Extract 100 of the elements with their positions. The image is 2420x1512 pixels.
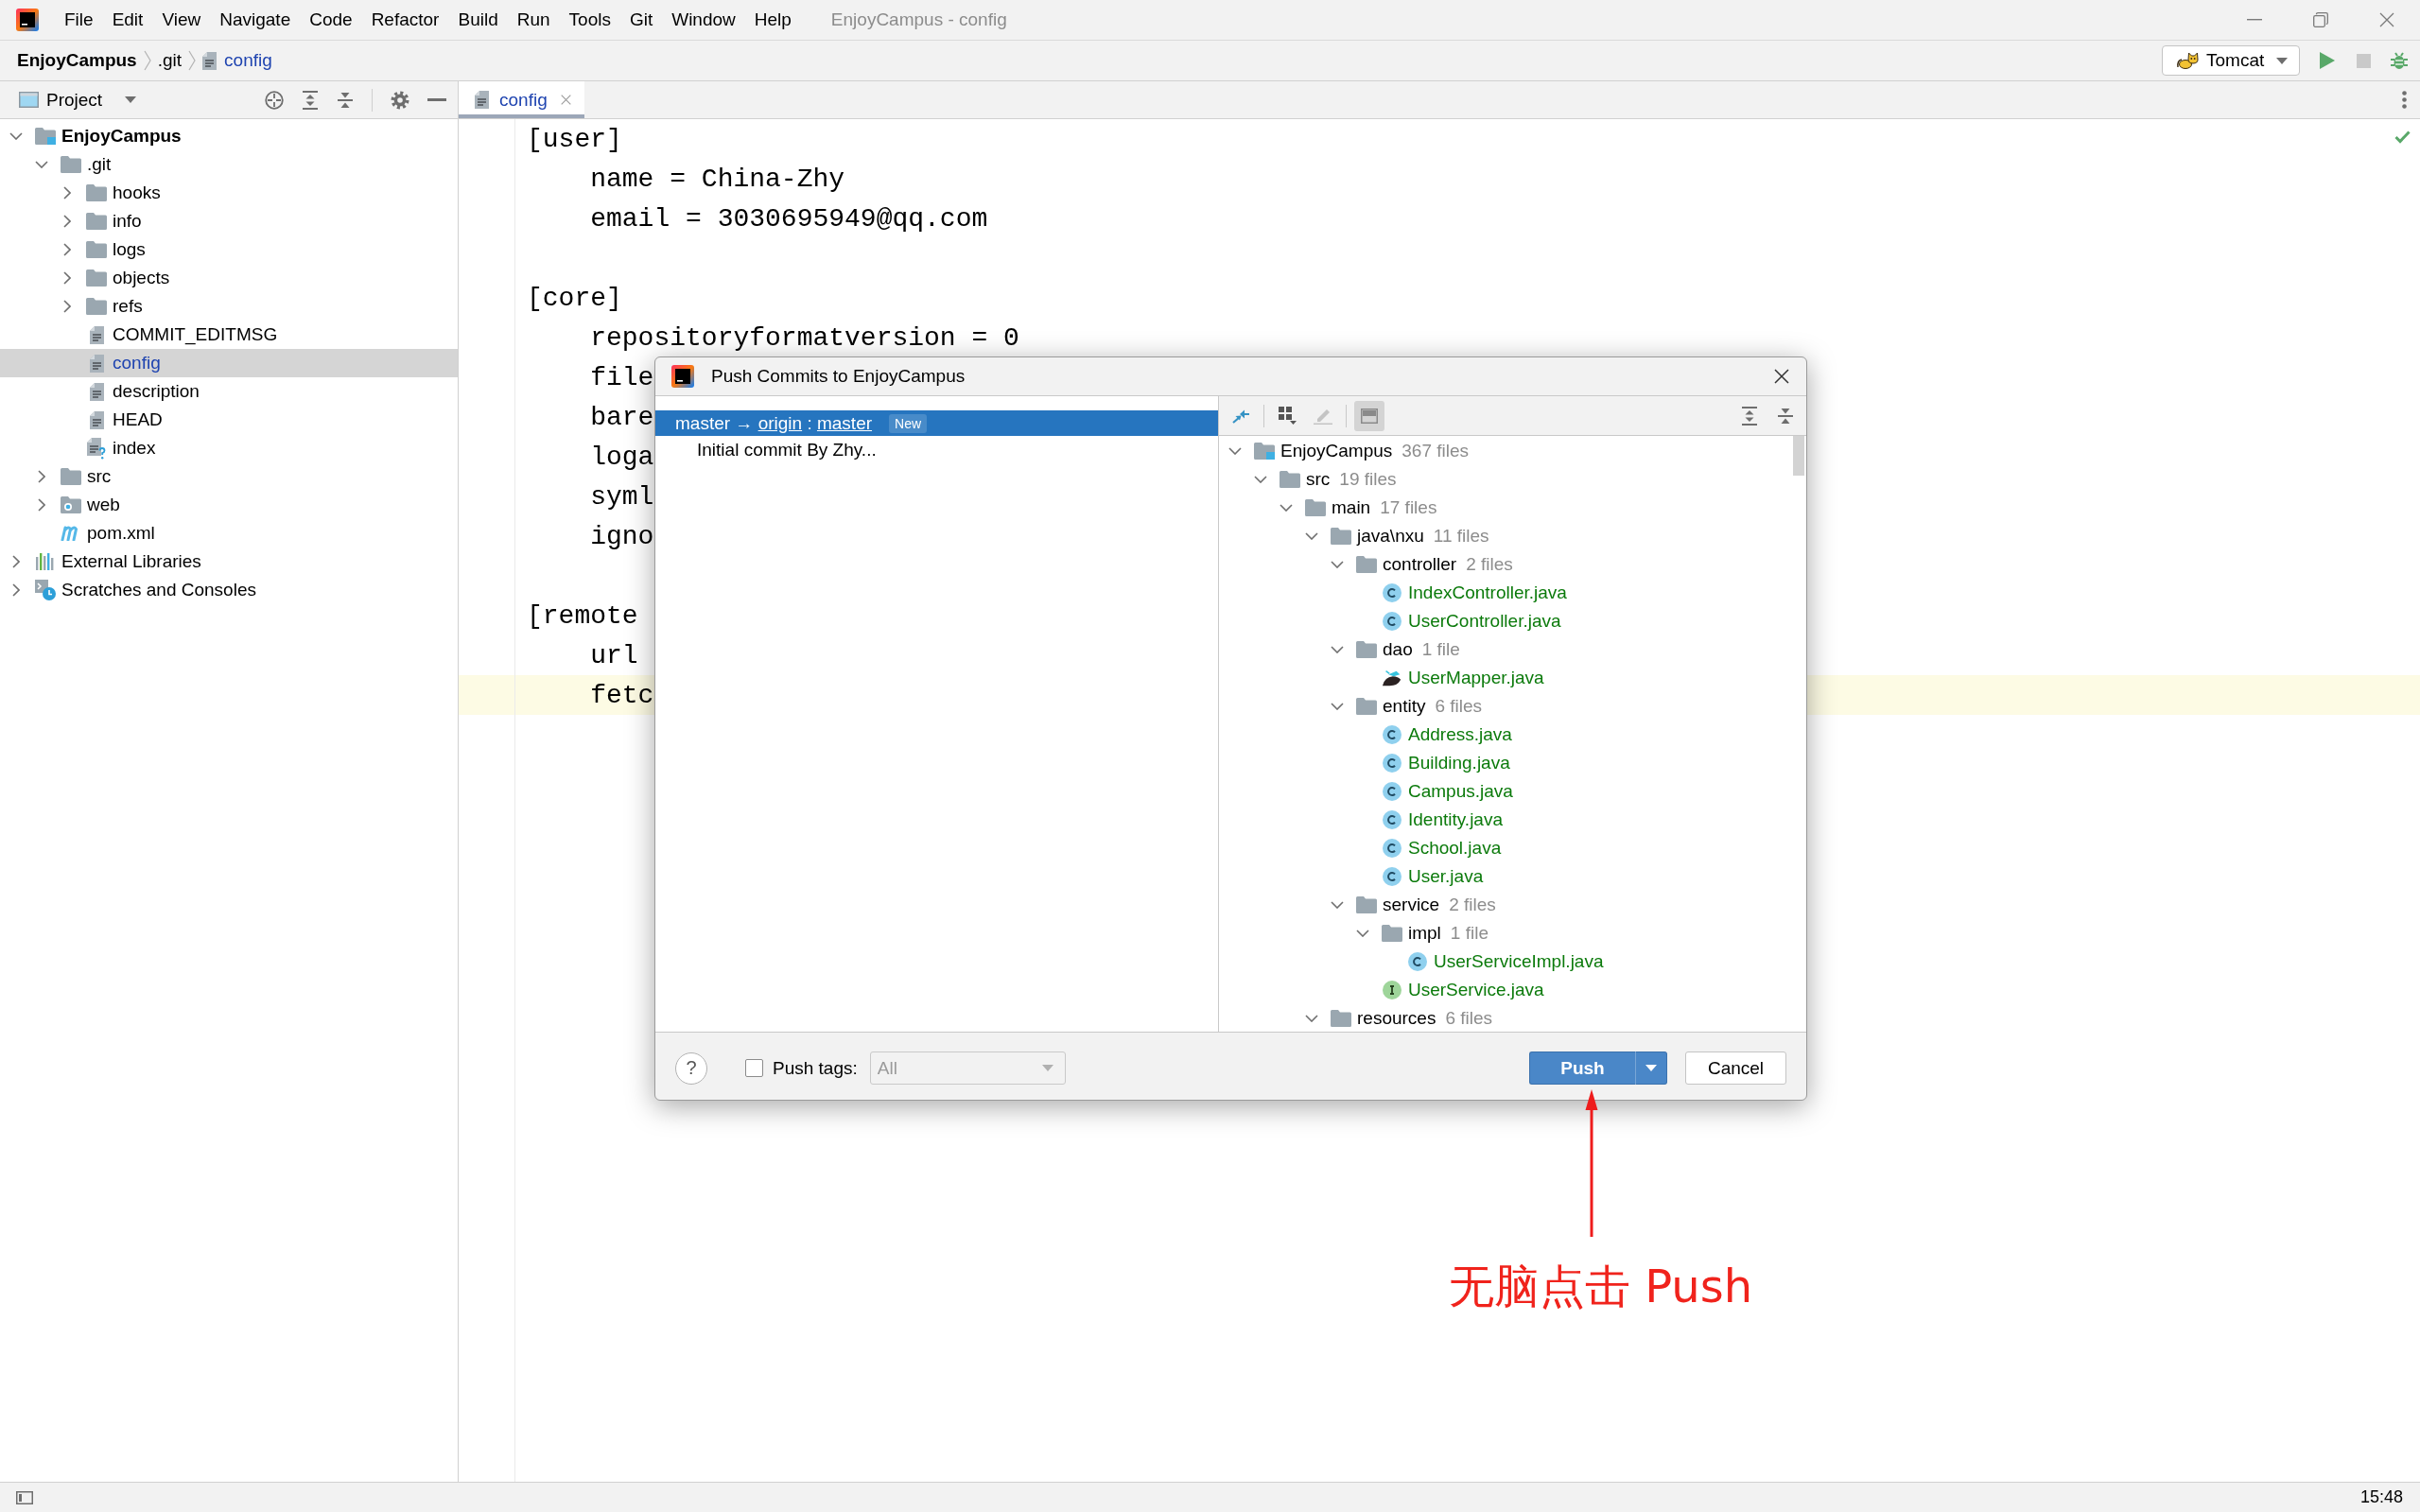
- tree-item[interactable]: UserController.java: [1219, 607, 1806, 635]
- caret-icon[interactable]: [125, 96, 137, 103]
- remote-link[interactable]: origin: [757, 412, 803, 434]
- tree-item[interactable]: description: [0, 377, 458, 406]
- breadcrumb-item[interactable]: config: [202, 50, 272, 71]
- menu-item[interactable]: Run: [507, 6, 560, 34]
- menu-item[interactable]: Code: [300, 6, 362, 34]
- menu-item[interactable]: Build: [448, 6, 508, 34]
- collapse-all-icon[interactable]: [1777, 406, 1794, 426]
- push-button[interactable]: Push: [1529, 1051, 1635, 1085]
- chevron-down-icon[interactable]: [1356, 930, 1369, 937]
- tree-item[interactable]: User.java: [1219, 862, 1806, 891]
- run-config-dropdown[interactable]: Tomcat: [2162, 45, 2300, 76]
- menu-item[interactable]: Git: [619, 6, 663, 34]
- tree-item[interactable]: pom.xml: [0, 519, 458, 547]
- tree-item[interactable]: main 17 files: [1219, 494, 1806, 522]
- cancel-button[interactable]: Cancel: [1685, 1051, 1786, 1085]
- tree-item[interactable]: objects: [0, 264, 458, 292]
- commit-row[interactable]: Initial commit By Zhy...: [655, 436, 1218, 464]
- breadcrumb-item[interactable]: .git: [157, 50, 183, 71]
- help-button[interactable]: ?: [675, 1051, 707, 1085]
- tree-item[interactable]: Scratches and Consoles: [0, 576, 458, 604]
- tree-item[interactable]: hooks: [0, 179, 458, 207]
- tree-item[interactable]: web: [0, 491, 458, 519]
- tree-item[interactable]: EnjoyCampus: [0, 122, 458, 150]
- chevron-right-icon[interactable]: [38, 498, 45, 512]
- chevron-right-icon[interactable]: [63, 186, 71, 200]
- panel-title[interactable]: Project: [46, 89, 103, 111]
- chevron-right-icon[interactable]: [63, 215, 71, 228]
- chevron-down-icon[interactable]: [1331, 901, 1344, 909]
- tree-item[interactable]: config: [0, 349, 458, 377]
- tree-item[interactable]: controller 2 files: [1219, 550, 1806, 579]
- tree-item[interactable]: EnjoyCampus 367 files: [1219, 437, 1806, 465]
- tree-item[interactable]: UserService.java: [1219, 976, 1806, 1004]
- bug-icon[interactable]: [2390, 51, 2409, 70]
- chevron-down-icon[interactable]: [35, 161, 48, 168]
- branch-link[interactable]: master: [816, 412, 873, 434]
- close-icon[interactable]: [1774, 369, 1789, 384]
- tree-item[interactable]: dao 1 file: [1219, 635, 1806, 664]
- branch-row[interactable]: master → origin : master New: [655, 410, 1218, 436]
- expand-all-icon[interactable]: [1741, 406, 1758, 426]
- push-options-button[interactable]: [1635, 1051, 1667, 1085]
- tree-item[interactable]: UserServiceImpl.java: [1219, 947, 1806, 976]
- chevron-down-icon[interactable]: [1305, 1015, 1318, 1022]
- tree-item[interactable]: logs: [0, 235, 458, 264]
- chevron-right-icon[interactable]: [63, 300, 71, 313]
- menu-item[interactable]: Refactor: [361, 6, 449, 34]
- chevron-down-icon[interactable]: [9, 132, 23, 140]
- menu-item[interactable]: Window: [662, 6, 745, 34]
- editor-tab[interactable]: config: [459, 81, 584, 118]
- tree-item[interactable]: IndexController.java: [1219, 579, 1806, 607]
- chevron-down-icon[interactable]: [1305, 532, 1318, 540]
- tree-item[interactable]: impl 1 file: [1219, 919, 1806, 947]
- tree-item[interactable]: .git: [0, 150, 458, 179]
- chevron-right-icon[interactable]: [63, 243, 71, 256]
- chevron-down-icon[interactable]: [1228, 447, 1242, 455]
- tree-item[interactable]: info: [0, 207, 458, 235]
- tree-item[interactable]: Campus.java: [1219, 777, 1806, 806]
- chevron-down-icon[interactable]: [1331, 561, 1344, 568]
- scrollbar-thumb[interactable]: [1793, 436, 1804, 476]
- menu-item[interactable]: Help: [744, 6, 801, 34]
- tree-item[interactable]: src 19 files: [1219, 465, 1806, 494]
- menu-item[interactable]: File: [55, 6, 103, 34]
- tree-item[interactable]: service 2 files: [1219, 891, 1806, 919]
- tree-item[interactable]: java\nxu 11 files: [1219, 522, 1806, 550]
- restore-icon[interactable]: [2313, 12, 2328, 27]
- tree-item[interactable]: External Libraries: [0, 547, 458, 576]
- chevron-down-icon[interactable]: [1254, 476, 1267, 483]
- tree-item[interactable]: index: [0, 434, 458, 462]
- play-icon[interactable]: [2320, 52, 2335, 69]
- chevron-down-icon[interactable]: [1331, 703, 1344, 710]
- expand-all-icon[interactable]: [302, 90, 319, 110]
- collapse-all-icon[interactable]: [337, 90, 354, 110]
- tree-item[interactable]: UserMapper.java: [1219, 664, 1806, 692]
- tree-item[interactable]: src: [0, 462, 458, 491]
- breadcrumb-item[interactable]: EnjoyCampus: [17, 50, 137, 71]
- settings-icon[interactable]: [391, 90, 409, 110]
- crosshair-icon[interactable]: [265, 90, 284, 110]
- tree-item[interactable]: entity 6 files: [1219, 692, 1806, 721]
- menu-item[interactable]: View: [152, 6, 211, 34]
- tree-item[interactable]: HEAD: [0, 406, 458, 434]
- chevron-down-icon[interactable]: [1331, 646, 1344, 653]
- tree-item[interactable]: Building.java: [1219, 749, 1806, 777]
- menu-item[interactable]: Tools: [559, 6, 620, 34]
- tree-item[interactable]: refs: [0, 292, 458, 321]
- tree-item[interactable]: Address.java: [1219, 721, 1806, 749]
- chevron-right-icon[interactable]: [63, 271, 71, 285]
- tree-item[interactable]: Identity.java: [1219, 806, 1806, 834]
- chevron-right-icon[interactable]: [12, 555, 20, 568]
- menu-item[interactable]: Navigate: [210, 6, 301, 34]
- grid-icon[interactable]: [1278, 407, 1297, 425]
- more-icon[interactable]: [2402, 91, 2407, 109]
- menu-item[interactable]: Edit: [102, 6, 153, 34]
- tree-item[interactable]: School.java: [1219, 834, 1806, 862]
- panel-toggle-icon[interactable]: [16, 1490, 33, 1504]
- tree-item[interactable]: COMMIT_EDITMSG: [0, 321, 458, 349]
- chevron-right-icon[interactable]: [12, 583, 20, 597]
- chevron-right-icon[interactable]: [38, 470, 45, 483]
- chevron-down-icon[interactable]: [1280, 504, 1293, 512]
- toggle-button[interactable]: [1354, 400, 1384, 431]
